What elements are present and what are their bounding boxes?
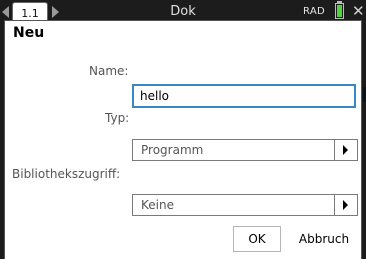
library-access-select[interactable]: Keine [132, 194, 358, 216]
library-dropdown-button[interactable] [334, 195, 357, 215]
library-access-label: Bibliothekszugriff: [12, 167, 121, 181]
library-access-select-value: Keine [141, 198, 174, 212]
angle-mode-indicator: RAD [303, 6, 325, 17]
dialog-title: Neu [13, 25, 45, 41]
type-dropdown-button[interactable] [334, 140, 357, 160]
type-select-value: Programm [141, 143, 204, 157]
type-select[interactable]: Programm [132, 139, 358, 161]
new-dialog: Neu Name: Typ: Programm Bibliothekszugri… [4, 20, 366, 259]
cancel-button[interactable]: Abbruch [290, 226, 358, 252]
type-label: Typ: [105, 111, 130, 125]
ok-button[interactable]: OK [233, 226, 281, 252]
battery-icon [335, 3, 344, 19]
name-label: Name: [89, 64, 129, 78]
name-input[interactable] [132, 84, 356, 108]
triangle-right-icon [343, 200, 348, 210]
triangle-right-icon [343, 145, 348, 155]
close-icon[interactable]: ✕ [352, 2, 365, 20]
